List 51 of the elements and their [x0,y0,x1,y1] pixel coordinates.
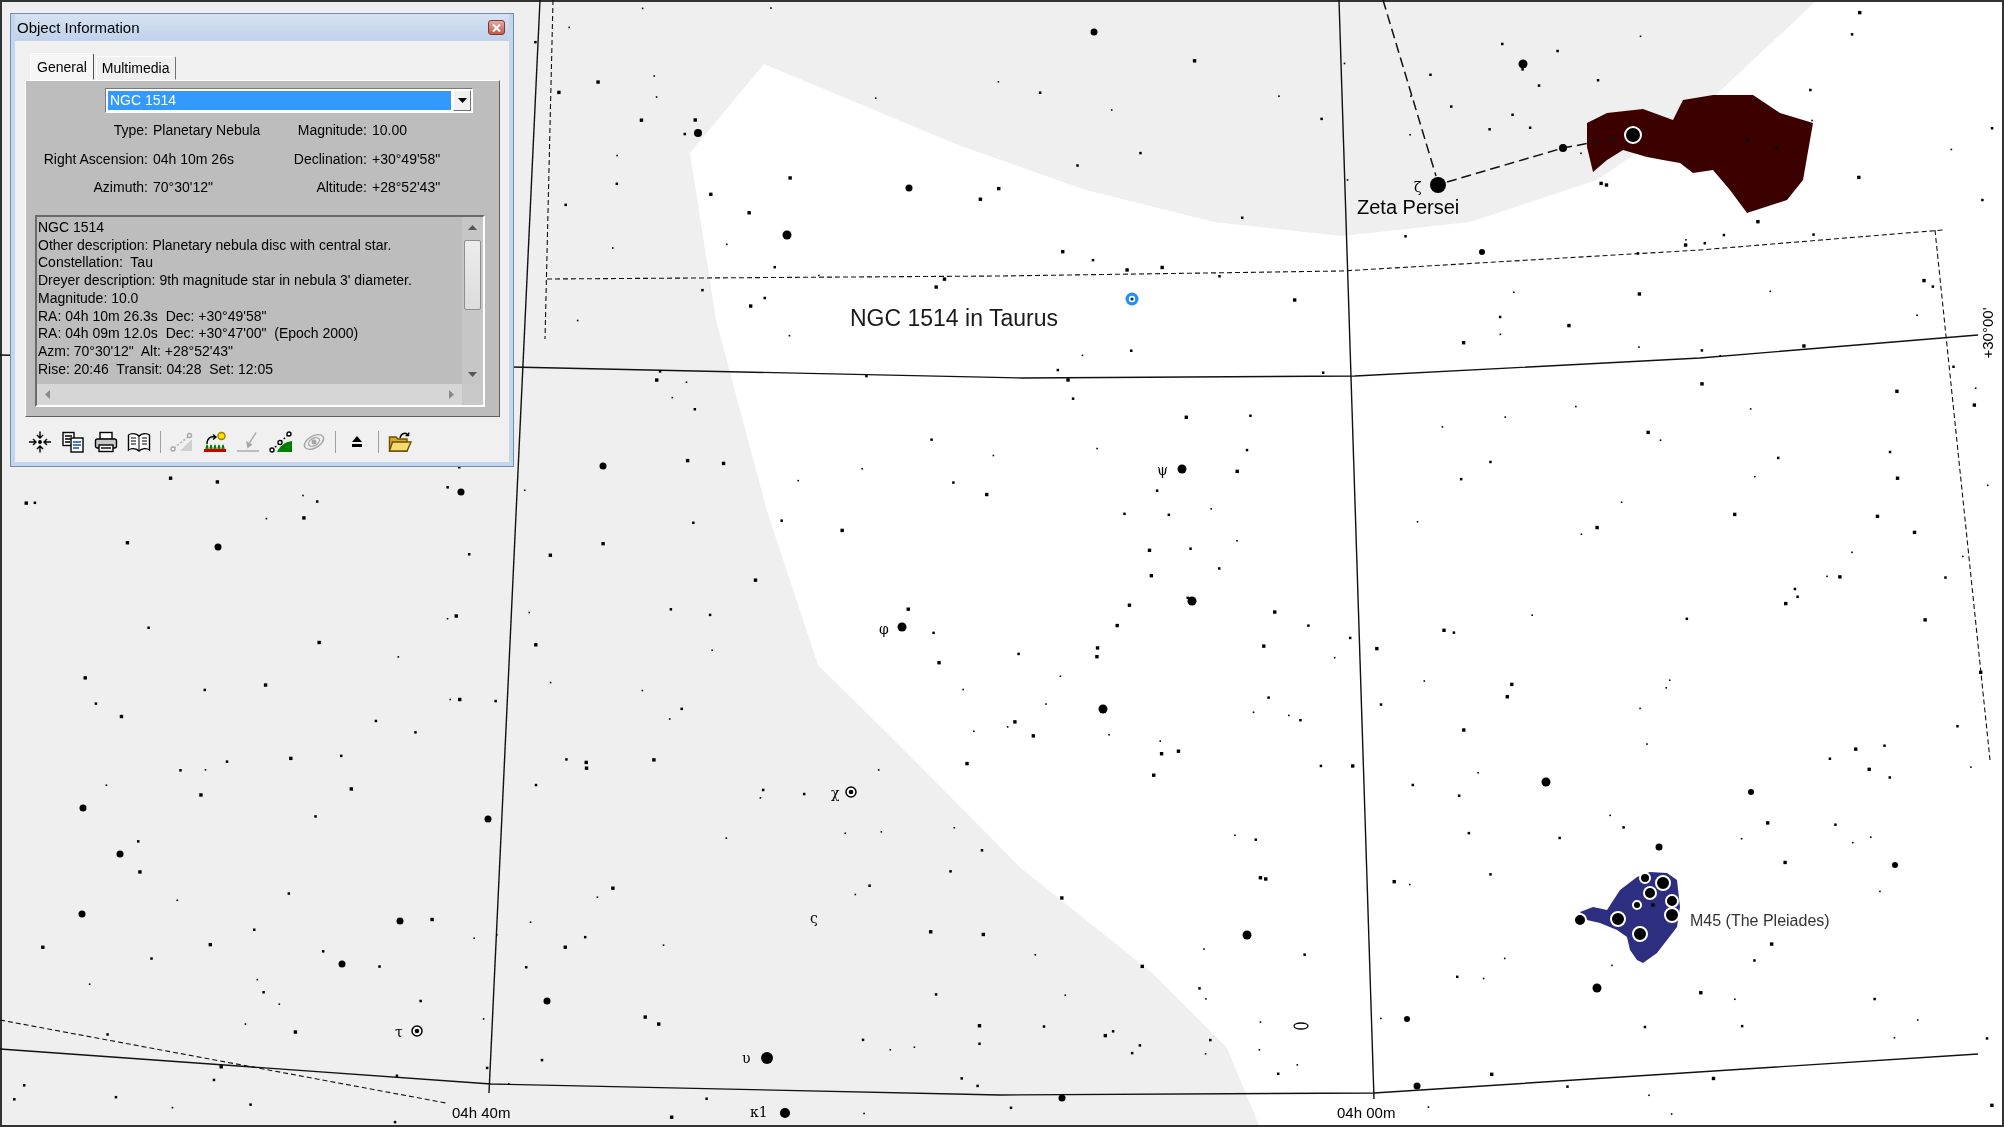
star-label: χ [831,785,840,801]
ra-axis-label: 04h 00m [1337,1104,1396,1121]
window-title: Object Information [17,19,140,36]
star-label: υ [742,1050,751,1066]
tab[interactable]: Multimedia [95,56,176,80]
property-label: Declination: [293,150,367,168]
property-label: Azimuth: [93,179,148,196]
star-label: κ1 [750,1104,768,1120]
property-value: 70°30'12" [153,179,213,196]
dropdown-button[interactable] [453,90,471,111]
horizontal-scrollbar[interactable] [37,384,462,405]
property-label: Type: [113,122,148,139]
nebula-marker[interactable] [1125,292,1139,306]
property-value: Planetary Nebula [153,122,261,139]
center-arrows-icon[interactable] [28,430,52,453]
star-label: φ [879,621,889,637]
print-icon[interactable] [94,430,118,453]
scroll-down-arrow-icon[interactable] [468,372,477,377]
property-value: +28°52'43" [372,179,441,196]
object-label: M45 (The Pleiades) [1690,912,1830,929]
sunrise-icon[interactable] [203,430,227,453]
close-button[interactable] [488,20,505,35]
scroll-right-arrow-icon[interactable] [449,390,454,399]
object-label: Zeta Persei [1357,196,1460,218]
galaxy-marker [1293,1022,1309,1030]
star-label: ψ [1157,462,1168,478]
scroll-left-arrow-icon[interactable] [45,390,50,399]
property-value: +30°49'58" [372,150,441,168]
chart-annotation: NGC 1514 in Taurus [850,305,1058,331]
property-value: 10.00 [372,122,408,139]
caret-down-icon [457,98,467,103]
close-icon [492,23,501,32]
property-label: Right Ascension: [43,150,148,168]
folder-icon[interactable] [388,430,412,453]
ra-axis-label: 04h 40m [452,1104,511,1121]
star-label: ς [810,910,818,926]
star-label: ζ [1414,179,1422,195]
property-label: Altitude: [316,179,367,196]
property-value: 04h 10m 26s [153,150,234,168]
property-label: Magnitude: [297,122,367,139]
scrollbar-thumb[interactable] [464,240,481,310]
dotted-path-hill-icon[interactable] [269,430,293,453]
tab[interactable]: General [30,53,94,80]
star-label: τ [395,1024,403,1040]
double-star-marker [845,786,857,798]
dec-axis-label: +30°00' [1979,307,1996,359]
copy-icon[interactable] [61,430,85,453]
scroll-up-arrow-icon[interactable] [468,225,477,230]
open-book-icon[interactable] [127,430,151,453]
double-star-marker [411,1025,423,1037]
description-text: NGC 1514 Other description: Planetary nebula disc with central star. Constellation: Tau Dreyer description: 9th magnitude star in nebula 3' diameter. Magnitude: 10.0 RA: 04h 10m 26.3s Dec: +30°49'58" RA: 04h 09m 12.0s Dec: +30°47'00" (Epoch 2000) Azm: 70°30'12" Alt: +28°52'43" Rise: 20:46 Transit: 04:28 Set: 12:05 [37,217,462,384]
